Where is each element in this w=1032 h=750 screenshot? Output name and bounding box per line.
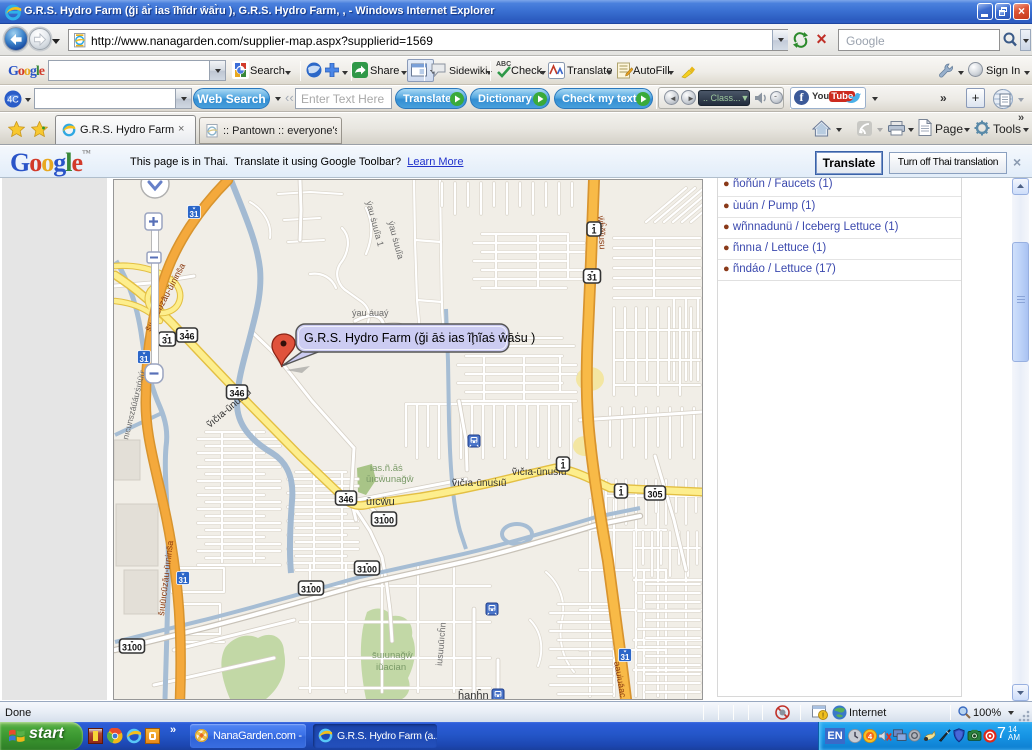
svg-text:ĥạnĥn: ĥạnĥn [458, 689, 489, 699]
svg-text:31: 31 [587, 273, 597, 283]
svg-text:iũacian: iũacian [376, 662, 406, 673]
svg-text:31: 31 [190, 210, 199, 219]
svg-text:!: ! [822, 713, 824, 720]
svg-text:346: 346 [338, 495, 353, 505]
svg-text:3100: 3100 [357, 565, 377, 575]
svg-text:346: 346 [179, 332, 194, 342]
svg-text:31: 31 [621, 653, 630, 662]
svg-text:31: 31 [140, 355, 149, 364]
svg-text:1: 1 [591, 226, 596, 236]
svg-text:ias.ñ.āṡ: ias.ñ.āṡ [370, 463, 403, 474]
svg-text:31: 31 [162, 336, 172, 346]
svg-text:31: 31 [179, 576, 188, 585]
svg-text:1: 1 [560, 461, 565, 471]
svg-text:305: 305 [647, 490, 662, 500]
svg-text:3100: 3100 [122, 643, 142, 653]
svg-text:1: 1 [618, 488, 623, 498]
svg-text:ṽıčıa-ūnuṡıũ: ṽıčıa-ūnuṡıũ [452, 478, 506, 489]
svg-text:3100: 3100 [301, 585, 321, 595]
svg-text:ūıcẅu: ūıcẅu [366, 496, 395, 508]
svg-text:G.R.S. Hydro Farm (ği āṡ ias ĩ: G.R.S. Hydro Farm (ği āṡ ias ĩḩĩaṡ ŵāṡu … [304, 331, 535, 345]
svg-text:3100: 3100 [374, 516, 394, 526]
svg-text:346: 346 [229, 389, 244, 399]
svg-text:s̄uıunağŵ: s̄uıunağŵ [372, 650, 413, 661]
svg-text:ýau áuaý: ýau áuaý [352, 308, 389, 318]
svg-text:4C: 4C [7, 95, 19, 105]
svg-text:ūıcẅunağŵ: ūıcẅunağŵ [366, 474, 414, 485]
